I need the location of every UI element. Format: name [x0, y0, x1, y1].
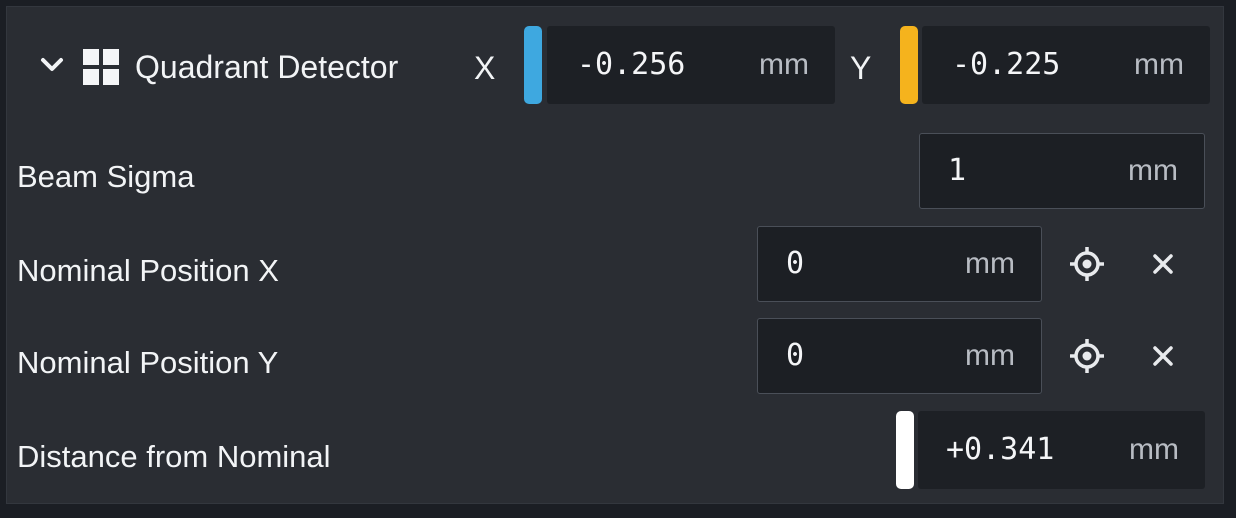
beam-sigma-input[interactable]: 1 mm	[919, 133, 1205, 209]
x-color-indicator	[524, 26, 542, 104]
nominal-position-x-value: 0	[786, 245, 805, 281]
y-axis-label: Y	[850, 50, 872, 86]
distance-from-nominal-row: Distance from Nominal +0.341 mm	[7, 403, 1223, 499]
clear-nominal-y-button[interactable]	[1141, 334, 1185, 378]
y-color-indicator	[900, 26, 918, 104]
clear-nominal-x-button[interactable]	[1141, 242, 1185, 286]
distance-from-nominal-label: Distance from Nominal	[17, 439, 331, 474]
section-title: Quadrant Detector	[135, 49, 399, 85]
x-axis-label: X	[474, 50, 496, 86]
close-icon	[1153, 254, 1173, 274]
x-position-readout: -0.256 mm	[547, 26, 835, 104]
nominal-position-x-label: Nominal Position X	[17, 253, 279, 288]
beam-sigma-value: 1	[948, 152, 967, 188]
nominal-position-y-row: Nominal Position Y 0 mm	[7, 311, 1223, 401]
close-icon	[1153, 346, 1173, 366]
beam-sigma-row: Beam Sigma 1 mm	[7, 127, 1223, 217]
nominal-position-y-unit: mm	[965, 339, 1015, 372]
quadrant-grid-icon	[83, 49, 119, 85]
nominal-position-y-value: 0	[786, 337, 805, 373]
y-position-readout: -0.225 mm	[922, 26, 1210, 104]
set-nominal-y-button[interactable]	[1065, 334, 1109, 378]
distance-from-nominal-unit: mm	[1129, 433, 1179, 466]
quadrant-detector-panel: Quadrant Detector X -0.256 mm Y -0.225 m…	[6, 6, 1224, 504]
nominal-position-y-label: Nominal Position Y	[17, 345, 279, 380]
set-nominal-x-button[interactable]	[1065, 242, 1109, 286]
beam-sigma-label: Beam Sigma	[17, 159, 195, 194]
y-position-unit: mm	[1134, 48, 1184, 81]
distance-indicator	[896, 411, 914, 489]
x-position-unit: mm	[759, 48, 809, 81]
nominal-position-x-row: Nominal Position X 0 mm	[7, 219, 1223, 309]
x-position-value: -0.256	[577, 46, 686, 82]
nominal-position-x-input[interactable]: 0 mm	[757, 226, 1042, 302]
header-row: Quadrant Detector X -0.256 mm Y -0.225 m…	[7, 7, 1223, 111]
beam-sigma-unit: mm	[1128, 154, 1178, 187]
distance-from-nominal-value: +0.341	[946, 431, 1055, 467]
nominal-position-x-unit: mm	[965, 247, 1015, 280]
chevron-down-icon[interactable]	[39, 56, 65, 74]
crosshair-icon	[1070, 247, 1104, 281]
nominal-position-y-input[interactable]: 0 mm	[757, 318, 1042, 394]
y-position-value: -0.225	[952, 46, 1061, 82]
crosshair-icon	[1070, 339, 1104, 373]
distance-from-nominal-readout: +0.341 mm	[918, 411, 1205, 489]
